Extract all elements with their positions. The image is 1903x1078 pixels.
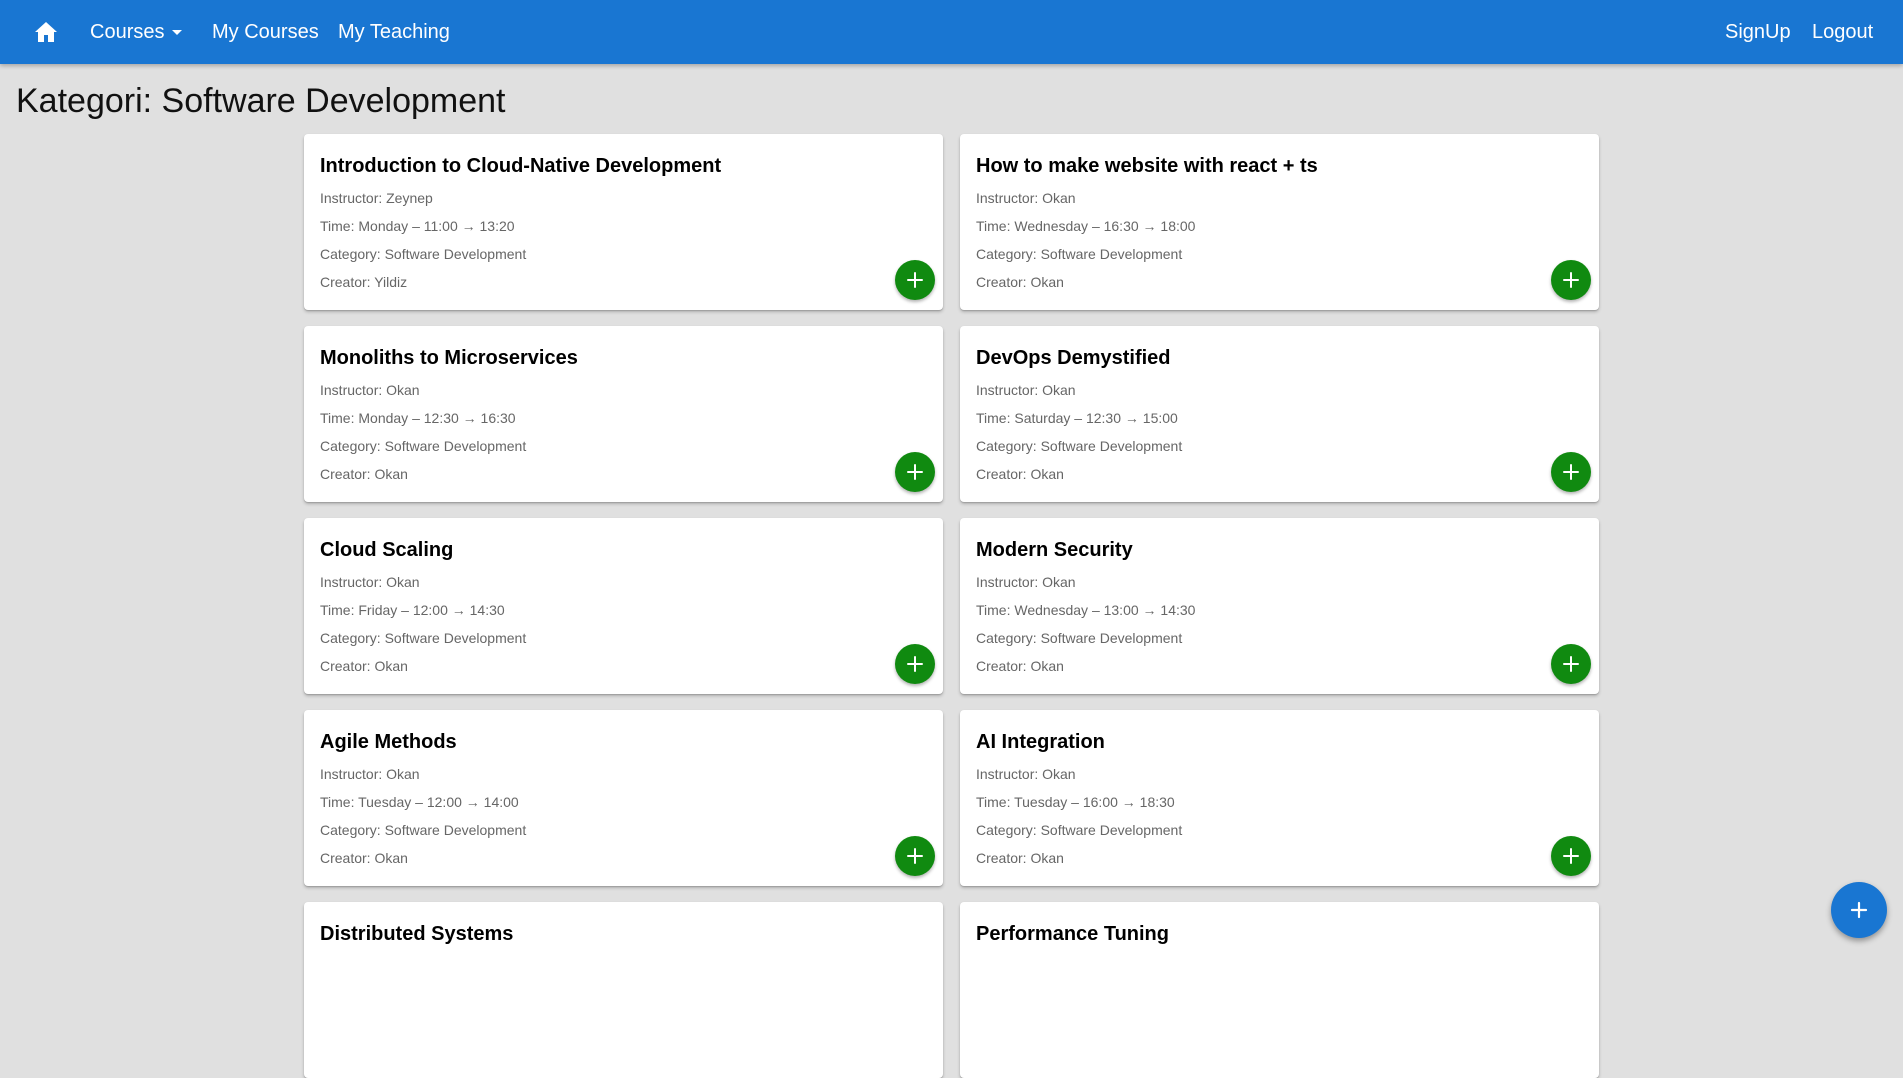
course-creator: Creator: Okan (976, 658, 1064, 674)
course-category: Category: Software Development (320, 822, 527, 838)
course-card: DevOps Demystified Instructor: Okan Time: … (960, 326, 1599, 502)
add-course-button[interactable] (1551, 836, 1591, 876)
course-card: Cloud Scaling Instructor: Okan Time: Frida… (304, 518, 943, 694)
course-category: Category: Software Development (320, 438, 527, 454)
course-title: Distributed Systems (320, 923, 514, 945)
course-card: Monoliths to Microservices Instructor: Ok… (304, 326, 943, 502)
plus-icon (907, 848, 923, 864)
course-creator: Creator: Okan (320, 658, 408, 674)
my-courses-link[interactable]: My Courses (212, 20, 319, 44)
plus-icon (1563, 272, 1579, 288)
course-category: Category: Software Development (320, 630, 527, 646)
course-instructor: Instructor: Okan (976, 574, 1076, 590)
course-creator: Creator: Okan (976, 466, 1064, 482)
page-title: Kategori: Software Development (16, 82, 506, 120)
course-category: Category: Software Development (976, 630, 1183, 646)
add-course-button[interactable] (895, 452, 935, 492)
course-category: Category: Software Development (976, 246, 1183, 262)
add-course-fab[interactable] (1831, 882, 1887, 938)
course-title: Agile Methods (320, 731, 457, 753)
course-creator: Creator: Okan (320, 850, 408, 866)
home-button[interactable] (30, 18, 62, 46)
course-creator: Creator: Yildiz (320, 274, 408, 290)
chevron-down-icon (172, 30, 183, 36)
course-title: DevOps Demystified (976, 347, 1171, 369)
course-time: Time: Monday – 12:30 → 16:30 (320, 410, 516, 426)
top-app-bar: Courses My Courses My Teaching SignUp Lo… (0, 0, 1903, 64)
course-time: Time: Wednesday – 13:00 → 14:30 (976, 602, 1196, 618)
course-time: Time: Friday – 12:00 → 14:30 (320, 602, 505, 618)
course-creator: Creator: Okan (976, 850, 1064, 866)
plus-icon (907, 656, 923, 672)
course-title: Performance Tuning (976, 923, 1169, 945)
course-category: Category: Software Development (976, 822, 1183, 838)
course-time: Time: Tuesday – 16:00 → 18:30 (976, 794, 1175, 810)
plus-icon (1563, 464, 1579, 480)
plus-icon (907, 464, 923, 480)
signup-link[interactable]: SignUp (1725, 20, 1791, 44)
course-grid: Introduction to Cloud-Native Development… (304, 134, 1600, 1078)
add-course-button[interactable] (895, 260, 935, 300)
add-course-button[interactable] (1551, 644, 1591, 684)
course-creator: Creator: Okan (976, 274, 1064, 290)
course-title: Monoliths to Microservices (320, 347, 578, 369)
course-time: Time: Tuesday – 12:00 → 14:00 (320, 794, 519, 810)
courses-menu[interactable]: Courses (90, 20, 183, 44)
plus-icon (907, 272, 923, 288)
course-instructor: Instructor: Okan (320, 574, 420, 590)
plus-icon (1563, 848, 1579, 864)
my-teaching-link[interactable]: My Teaching (338, 20, 450, 44)
course-creator: Creator: Okan (320, 466, 408, 482)
course-title: Cloud Scaling (320, 539, 454, 561)
logout-link[interactable]: Logout (1812, 20, 1873, 44)
course-category: Category: Software Development (976, 438, 1183, 454)
courses-menu-label: Courses (90, 21, 165, 43)
course-title: How to make website with react + ts (976, 155, 1318, 177)
course-card: Introduction to Cloud-Native Development… (304, 134, 943, 310)
add-course-button[interactable] (895, 644, 935, 684)
course-instructor: Instructor: Okan (976, 190, 1076, 206)
course-title: Introduction to Cloud-Native Development (320, 155, 722, 177)
plus-icon (1563, 656, 1579, 672)
add-course-button[interactable] (895, 836, 935, 876)
course-category: Category: Software Development (320, 246, 527, 262)
course-card: Performance Tuning (960, 902, 1599, 1078)
course-card: AI Integration Instructor: Okan Time: Tues… (960, 710, 1599, 886)
course-instructor: Instructor: Okan (976, 382, 1076, 398)
home-icon (35, 22, 57, 42)
course-title: AI Integration (976, 731, 1105, 753)
add-course-button[interactable] (1551, 452, 1591, 492)
add-icon (1850, 901, 1868, 919)
course-time: Time: Saturday – 12:30 → 15:00 (976, 410, 1178, 426)
course-card: How to make website with react + ts Instr… (960, 134, 1599, 310)
course-instructor: Instructor: Okan (976, 766, 1076, 782)
course-time: Time: Monday – 11:00 → 13:20 (320, 218, 515, 234)
course-time: Time: Wednesday – 16:30 → 18:00 (976, 218, 1196, 234)
course-card: Agile Methods Instructor: Okan Time: Tuesd… (304, 710, 943, 886)
course-card: Distributed Systems (304, 902, 943, 1078)
add-course-button[interactable] (1551, 260, 1591, 300)
course-instructor: Instructor: Zeynep (320, 190, 433, 206)
course-card: Modern Security Instructor: Okan Time: Wed… (960, 518, 1599, 694)
course-title: Modern Security (976, 539, 1133, 561)
course-instructor: Instructor: Okan (320, 766, 420, 782)
course-instructor: Instructor: Okan (320, 382, 420, 398)
